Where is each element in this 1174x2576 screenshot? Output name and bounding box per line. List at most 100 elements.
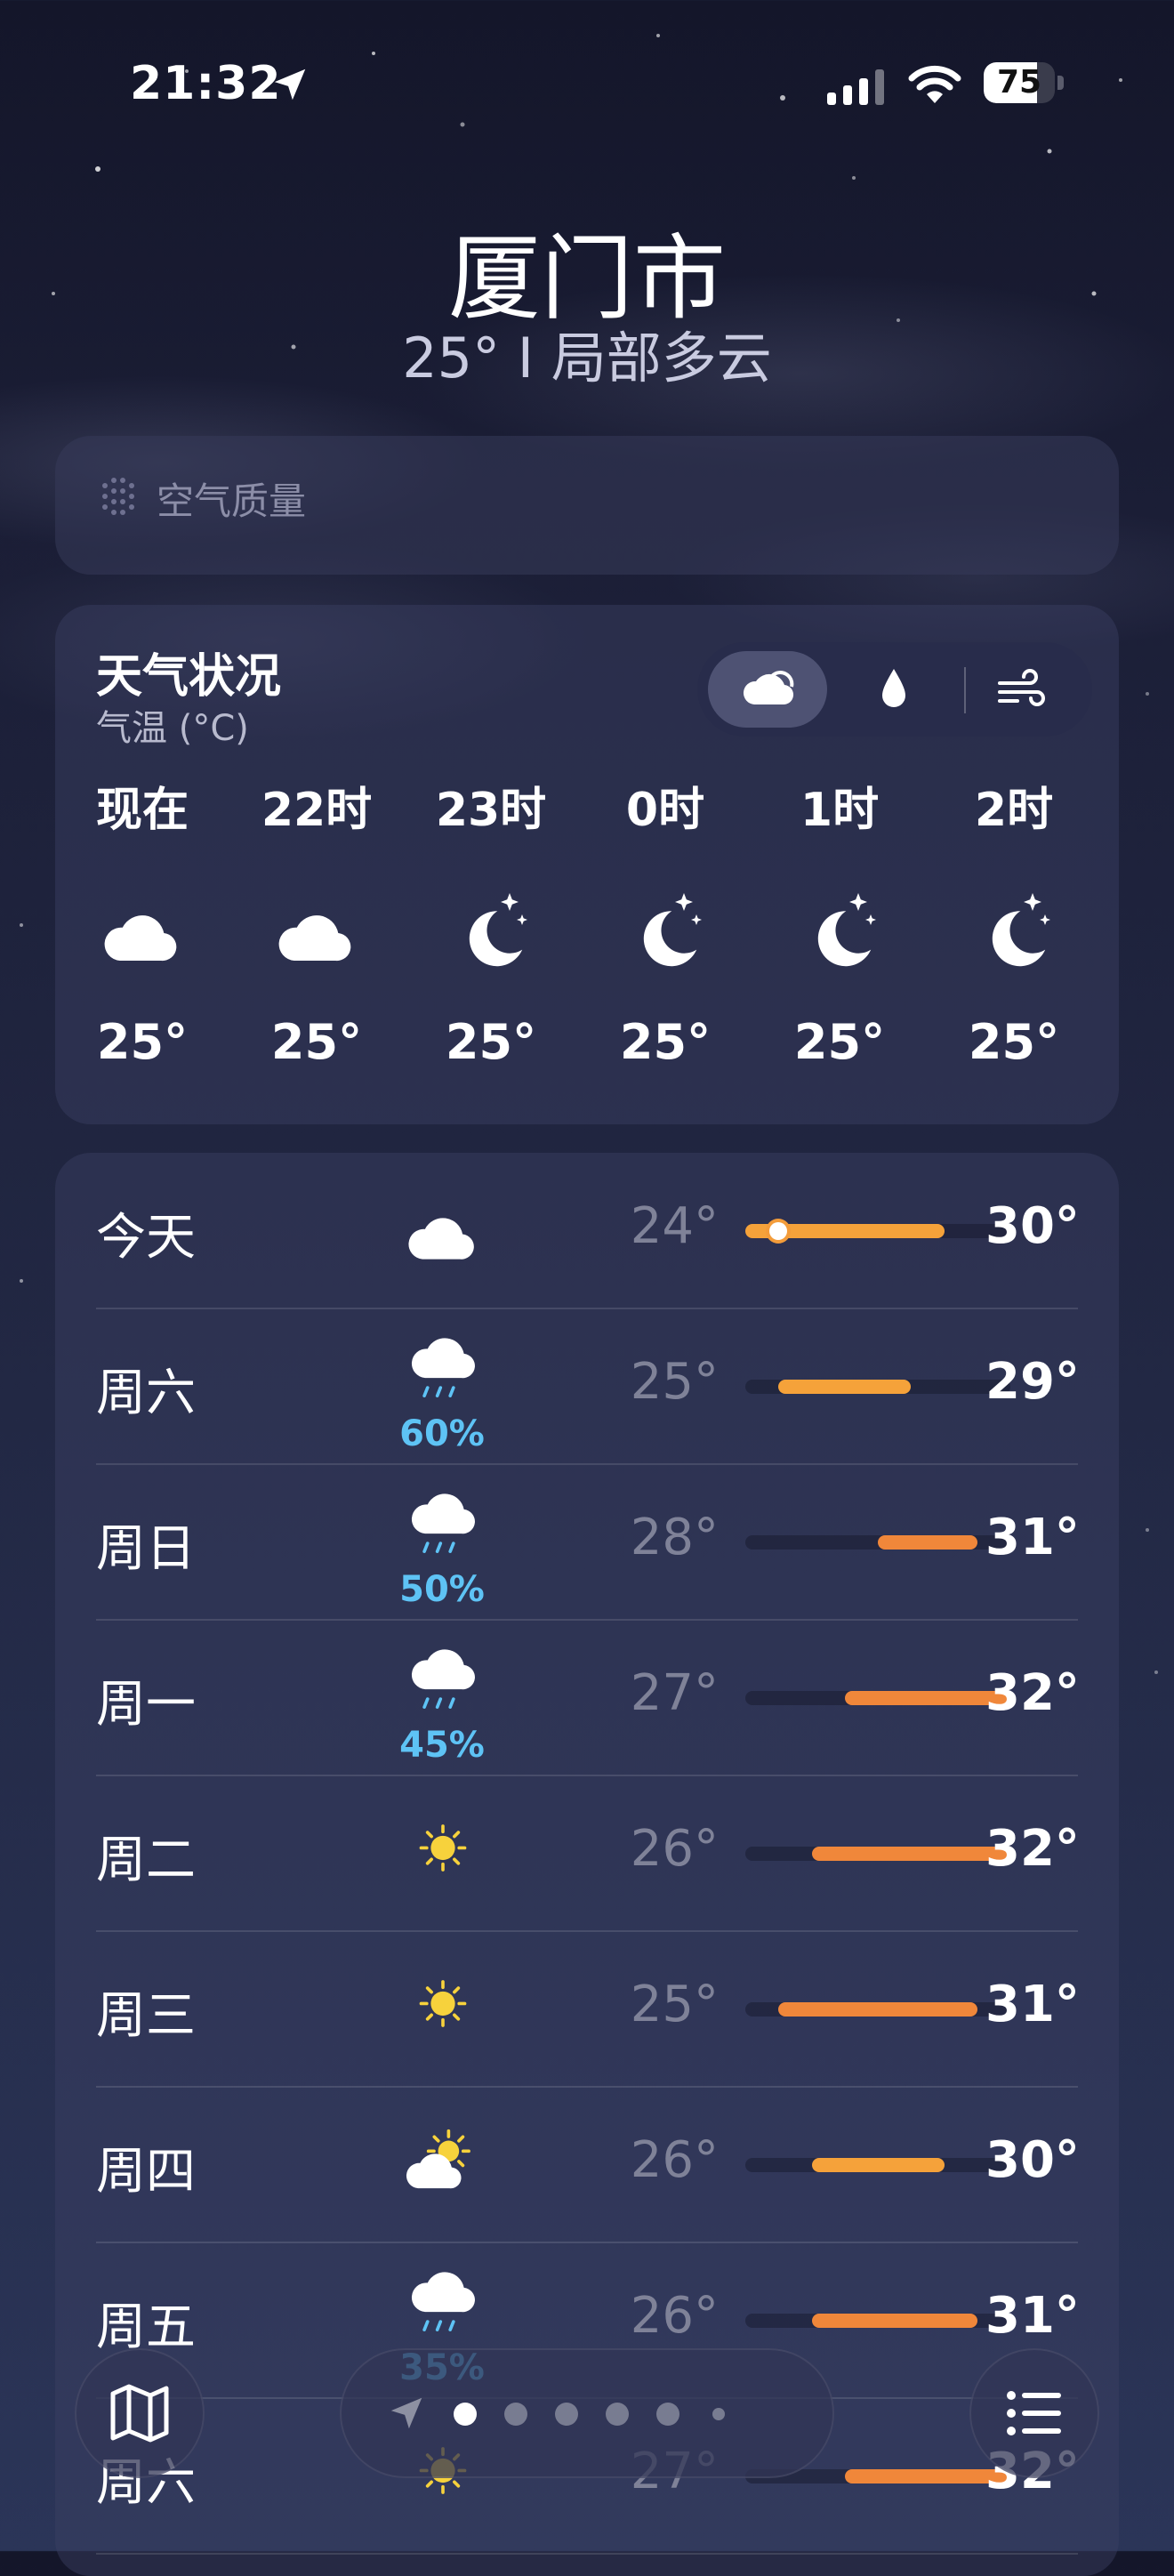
daily-row[interactable]: 周一 45% 27° 32° (96, 1620, 1080, 1776)
temp-range-track (745, 1535, 1010, 1550)
day-name: 今天 (96, 1209, 196, 1267)
air-quality-icon (102, 478, 134, 515)
daily-row[interactable]: 周二 26° 32° (96, 1775, 1080, 1932)
temp-range-bar (811, 2158, 945, 2172)
day-weather (398, 1482, 487, 1562)
moon-stars-icon (992, 893, 1050, 967)
page-dot[interactable] (504, 2403, 527, 2426)
page-dot[interactable] (454, 2403, 477, 2426)
hourly-item: 0时 25° (578, 779, 752, 1070)
sun-icon (419, 1824, 467, 1872)
day-weather (398, 1326, 487, 1406)
daily-row[interactable]: 今天 24° 30° (96, 1153, 1080, 1309)
page-indicator[interactable] (340, 2348, 834, 2478)
cloud-moon-icon (278, 902, 351, 962)
temp-range-track (745, 1847, 1010, 1861)
hourly-forecast-card: 天气状况 气温 (°C) 现在 25° 22时 25° 23时 25° 0时 2… (55, 605, 1119, 1124)
status-bar: 21:32 75 (0, 53, 1174, 116)
page-dot[interactable] (656, 2403, 679, 2426)
low-temp: 24° (630, 1197, 719, 1255)
page-dot[interactable] (606, 2403, 629, 2426)
city-list-button[interactable] (969, 2348, 1099, 2478)
hour-weather (442, 879, 540, 977)
low-temp: 26° (630, 1820, 719, 1878)
daily-row[interactable]: 周六 60% 25° 29° (96, 1308, 1080, 1465)
metric-selector (697, 642, 1092, 737)
high-temp: 29° (985, 1353, 1080, 1411)
hour-temp: 25° (96, 1014, 189, 1070)
hour-weather (616, 879, 714, 977)
hour-label: 2时 (974, 784, 1054, 837)
low-temp: 26° (630, 2287, 719, 2345)
hour-label: 1时 (800, 784, 880, 837)
hour-temp: 25° (270, 1014, 363, 1070)
moon-stars-icon (469, 893, 527, 967)
hour-label: 现在 (95, 784, 189, 837)
air-quality-card[interactable]: 空气质量 (55, 436, 1119, 575)
drop-icon[interactable] (863, 660, 925, 719)
cloud-moon-icon (408, 1205, 474, 1260)
hour-temp: 25° (619, 1014, 712, 1070)
hourly-item: 1时 25° (752, 779, 927, 1070)
page-dot[interactable] (712, 2408, 725, 2420)
map-icon (110, 2384, 169, 2443)
temp-range-bar (878, 1535, 977, 1550)
row-divider (96, 2553, 1078, 2555)
hourly-item: 现在 25° (55, 779, 229, 1070)
wifi-icon (908, 65, 961, 103)
moon-stars-icon (643, 893, 702, 967)
day-weather (398, 1185, 487, 1265)
daily-row[interactable]: 周日 50% 28° 31° (96, 1464, 1080, 1621)
temp-range-track (745, 1691, 1010, 1705)
hour-label: 0时 (625, 784, 705, 837)
battery-percent: 75 (996, 64, 1042, 101)
daily-row[interactable]: 周三 25° 31° (96, 1931, 1080, 2088)
location-arrow-icon (274, 68, 306, 101)
battery-indicator: 75 (984, 62, 1065, 105)
page-dot[interactable] (555, 2403, 578, 2426)
temp-range-track (745, 1380, 1010, 1394)
low-temp: 25° (630, 1353, 719, 1411)
high-temp: 30° (985, 2131, 1080, 2189)
temp-range-track (745, 2002, 1010, 2017)
low-temp: 28° (630, 1509, 719, 1566)
day-name: 周四 (96, 2143, 196, 2201)
cloud-rain-icon (411, 1649, 475, 1709)
cloud-rain-icon (411, 1338, 475, 1397)
high-temp: 31° (985, 1509, 1080, 1566)
current-conditions: 25° I 局部多云 (402, 326, 772, 390)
day-weather (398, 2260, 487, 2340)
status-time: 21:32 (130, 57, 282, 110)
cloud-moon-icon (104, 902, 177, 962)
temp-range-bar (811, 1847, 1010, 1861)
hourly-title: 天气状况 (96, 650, 282, 704)
location-page-icon[interactable] (386, 2393, 427, 2434)
hour-temp: 25° (793, 1014, 886, 1070)
day-weather (398, 1807, 487, 1888)
day-name: 周三 (96, 1987, 196, 2045)
hourly-item: 23时 25° (404, 779, 578, 1070)
temp-range-bar (778, 1380, 912, 1394)
wind-icon[interactable] (991, 660, 1053, 719)
sun-icon (419, 1980, 467, 2027)
daily-row[interactable]: 周四 26° 30° (96, 2087, 1080, 2243)
hour-weather (268, 879, 366, 977)
cloud-icon[interactable] (736, 660, 799, 719)
day-weather (398, 2119, 487, 2199)
map-button[interactable] (75, 2348, 205, 2478)
precip-chance: 60% (399, 1413, 485, 1454)
low-temp: 27° (630, 1664, 719, 1722)
hour-label: 23时 (435, 784, 547, 837)
temp-range-bar (778, 2002, 977, 2017)
moon-stars-icon (817, 893, 876, 967)
high-temp: 31° (985, 1976, 1080, 2033)
hour-label: 22时 (261, 784, 373, 837)
hourly-subtitle: 气温 (°C) (96, 708, 249, 749)
temp-range-bar (811, 2314, 977, 2328)
low-temp: 25° (630, 1976, 719, 2033)
high-temp: 30° (985, 1197, 1080, 1255)
hour-temp: 25° (968, 1014, 1060, 1070)
air-quality-label: 空气质量 (157, 479, 307, 523)
list-icon (1007, 2391, 1061, 2435)
low-temp: 26° (630, 2131, 719, 2189)
